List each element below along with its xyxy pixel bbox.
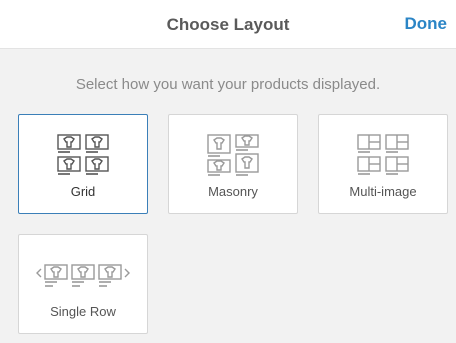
grid-layout-icon — [19, 133, 147, 177]
single-row-layout-icon — [19, 253, 147, 297]
masonry-layout-icon — [169, 133, 297, 177]
layout-option-label: Masonry — [208, 184, 258, 199]
page-title: Choose Layout — [166, 15, 290, 34]
layout-option-label: Grid — [70, 184, 96, 199]
layout-option-grid[interactable]: Grid — [18, 114, 148, 214]
layout-option-label: Single Row — [50, 304, 116, 319]
instruction-text: Select how you want your products displa… — [75, 76, 381, 93]
layout-option-multi-image[interactable]: Multi-image — [318, 114, 448, 214]
layout-option-masonry[interactable]: Masonry — [168, 114, 298, 214]
layout-option-label: Multi-image — [349, 184, 417, 199]
layout-option-single-row[interactable]: Single Row — [18, 234, 148, 334]
multi-image-layout-icon — [319, 133, 447, 177]
header-bar: Choose Layout Done — [0, 0, 456, 49]
done-button[interactable]: Done — [405, 14, 448, 34]
